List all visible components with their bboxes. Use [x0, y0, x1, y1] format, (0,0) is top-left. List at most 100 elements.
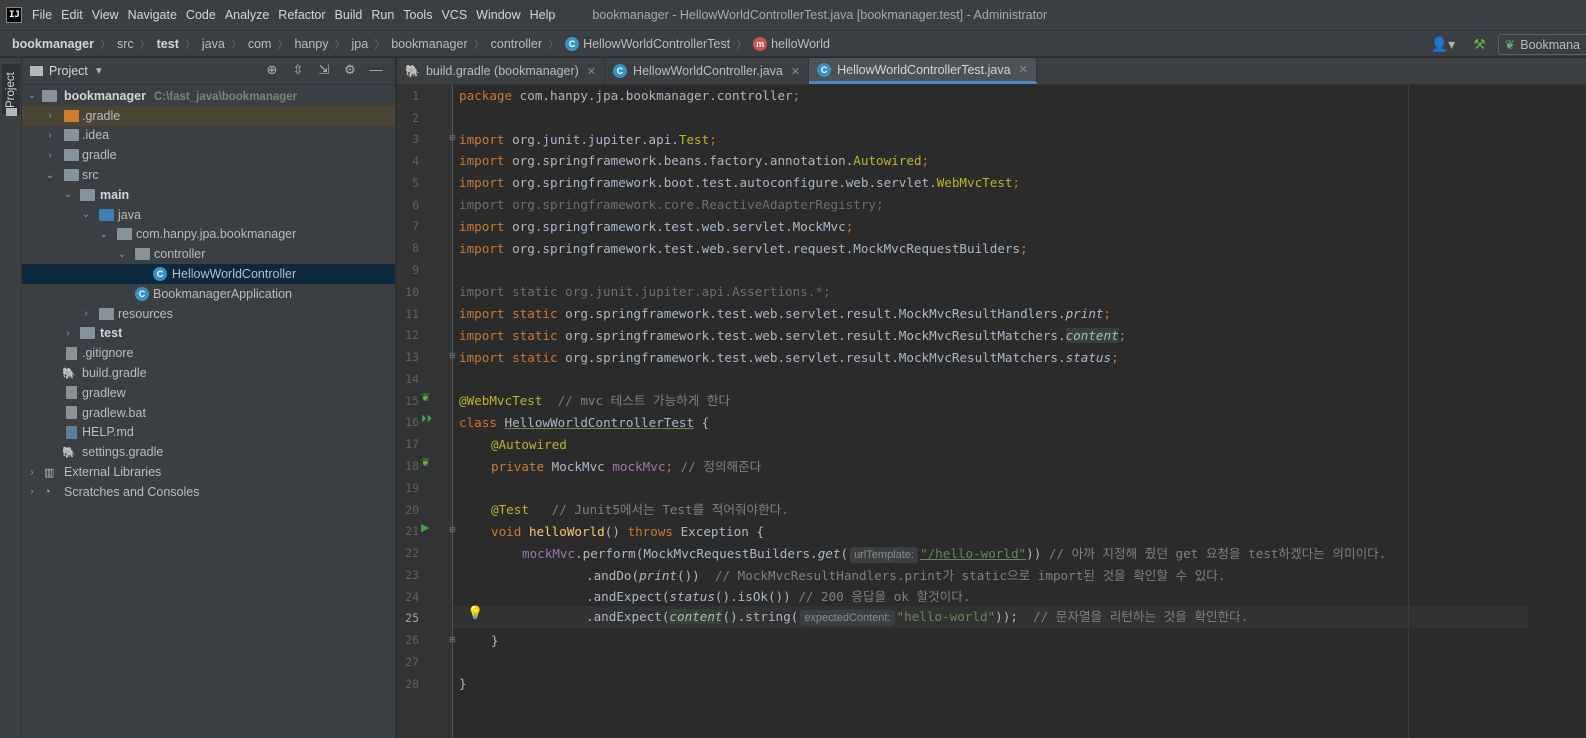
- crumb-hanpy[interactable]: hanpy: [294, 37, 328, 51]
- chevron-right-icon[interactable]: ›: [80, 308, 92, 319]
- tree-item-help-md[interactable]: HELP.md: [22, 423, 395, 443]
- lightbulb-icon[interactable]: 💡: [467, 605, 483, 621]
- chevron-down-icon[interactable]: ⌄: [116, 249, 128, 260]
- tree-item-src[interactable]: ⌄ src: [22, 165, 395, 185]
- tree-item-test[interactable]: › test: [22, 324, 395, 344]
- chevron-right-icon[interactable]: ›: [44, 110, 56, 121]
- tree-item-resources[interactable]: › resources: [22, 304, 395, 324]
- menu-vcs[interactable]: VCS: [441, 8, 467, 22]
- close-icon[interactable]: ✕: [587, 65, 596, 78]
- expand-all-icon[interactable]: ⇳: [285, 62, 311, 78]
- tree-item-label: src: [82, 168, 99, 183]
- folder-icon: [6, 108, 17, 116]
- close-icon[interactable]: ✕: [791, 65, 800, 78]
- spring-leaf-icon[interactable]: ❦: [421, 391, 430, 404]
- token-semi: ;: [1020, 240, 1028, 256]
- tree-item-java[interactable]: ⌄ java: [22, 205, 395, 225]
- code-line-23: .andDo(print()) // MockMvcResultHandlers…: [586, 565, 1225, 587]
- chevron-down-icon[interactable]: ▼: [94, 66, 104, 77]
- gear-icon[interactable]: ⚙: [337, 62, 363, 78]
- menu-tools[interactable]: Tools: [403, 8, 432, 22]
- fold-icon[interactable]: ⊟: [449, 635, 456, 644]
- tree-item-hellow-world-controller[interactable]: C HellowWorldController: [22, 264, 395, 284]
- menu-navigate[interactable]: Navigate: [128, 8, 177, 22]
- project-view-selector[interactable]: Project: [49, 64, 88, 78]
- chevron-down-icon[interactable]: ⌄: [98, 229, 110, 240]
- tree-item-scratches[interactable]: › ◔ Scratches and Consoles: [22, 482, 395, 502]
- spring-bean-icon[interactable]: ❦: [421, 456, 430, 469]
- tree-item-external-libraries[interactable]: › ▥ External Libraries: [22, 462, 395, 482]
- tree-item-settings-gradle[interactable]: 🐘 settings.gradle: [22, 442, 395, 462]
- tree-item-dot-gradle[interactable]: › .gradle: [22, 105, 395, 126]
- chevron-down-icon[interactable]: ⌄: [44, 170, 56, 181]
- crumb-com[interactable]: com: [248, 37, 272, 51]
- run-tests-icon[interactable]: ⏵⏵: [421, 413, 432, 426]
- menu-analyze[interactable]: Analyze: [225, 8, 269, 22]
- menu-run[interactable]: Run: [371, 8, 394, 22]
- crumb-project[interactable]: bookmanager: [12, 37, 94, 51]
- fold-icon[interactable]: ⊟: [449, 133, 456, 142]
- locate-icon[interactable]: ⊕: [259, 62, 285, 78]
- tab-hellow-world-controller[interactable]: C HellowWorldController.java ✕: [605, 58, 810, 84]
- user-icon[interactable]: 👤▾: [1431, 36, 1455, 53]
- token-text: org.springframework.boot.test.autoconfig…: [504, 175, 937, 191]
- collapse-all-icon[interactable]: ⇲: [311, 62, 337, 78]
- tree-item-bookmanager-application[interactable]: C BookmanagerApplication: [22, 284, 395, 304]
- token-text: )): [1026, 545, 1049, 561]
- crumb-method[interactable]: m helloWorld: [753, 36, 830, 51]
- tree-item-label: gradlew.bat: [82, 405, 146, 420]
- chevron-right-icon[interactable]: ›: [44, 150, 56, 161]
- code-line-25: .andExpect(content().string(expectedCont…: [586, 606, 1248, 628]
- menu-edit[interactable]: Edit: [61, 8, 83, 22]
- crumb-controller[interactable]: controller: [491, 37, 542, 51]
- crumb-java[interactable]: java: [202, 37, 225, 51]
- menu-view[interactable]: View: [92, 8, 119, 22]
- chevron-down-icon[interactable]: ⌄: [62, 189, 74, 200]
- token-text: Exception {: [673, 524, 765, 539]
- tree-item-controller[interactable]: ⌄ controller: [22, 244, 395, 264]
- tree-item-package[interactable]: ⌄ com.hanpy.jpa.bookmanager: [22, 225, 395, 245]
- crumb-test[interactable]: test: [157, 37, 179, 51]
- tree-item-idea[interactable]: › .idea: [22, 126, 395, 146]
- code-editor[interactable]: 1 2 3 4 5 6 7 8 9 10 11 12 13 14 15 16 1…: [397, 85, 1586, 738]
- minimize-icon[interactable]: —: [363, 62, 389, 78]
- menu-code[interactable]: Code: [186, 8, 216, 22]
- fold-icon[interactable]: ⊟: [449, 525, 456, 534]
- tree-item-main[interactable]: ⌄ main: [22, 185, 395, 205]
- run-test-icon[interactable]: ▶: [421, 521, 429, 534]
- menu-help[interactable]: Help: [530, 8, 556, 22]
- project-tool-button[interactable]: Project: [2, 64, 20, 114]
- crumb-jpa[interactable]: jpa: [352, 37, 369, 51]
- token-class: WebMvcTest: [936, 175, 1013, 191]
- run-config-selector[interactable]: ❦ Bookmana: [1497, 34, 1586, 55]
- token-comment: // mvc 테스트 가능하게 한다: [542, 393, 731, 409]
- editor-gutter: 1 2 3 4 5 6 7 8 9 10 11 12 13 14 15 16 1…: [397, 85, 456, 738]
- crumb-src[interactable]: src: [117, 37, 134, 51]
- menu-window[interactable]: Window: [476, 8, 520, 22]
- tree-item-gitignore[interactable]: .gitignore: [22, 343, 395, 363]
- tree-item-gradlew[interactable]: gradlew: [22, 383, 395, 403]
- crumb-test-class[interactable]: C HellowWorldControllerTest: [565, 36, 730, 51]
- tree-item-gradlew-bat[interactable]: gradlew.bat: [22, 403, 395, 423]
- menu-refactor[interactable]: Refactor: [278, 8, 325, 22]
- hammer-icon[interactable]: ⚒: [1473, 36, 1486, 53]
- tree-item-bookmanager[interactable]: ⌄ bookmanager C:\fast_java\bookmanager: [22, 86, 395, 106]
- fold-icon[interactable]: ⊟: [449, 351, 456, 360]
- tree-item-gradle[interactable]: › gradle: [22, 145, 395, 165]
- chevron-right-icon[interactable]: ›: [62, 328, 74, 339]
- chevron-right-icon[interactable]: ›: [44, 130, 56, 141]
- menu-file[interactable]: File: [32, 8, 52, 22]
- close-icon[interactable]: ✕: [1019, 63, 1028, 76]
- tab-build-gradle[interactable]: 🐘 build.gradle (bookmanager) ✕: [397, 58, 606, 84]
- token-text: org.springframework.test.web.servlet.res…: [557, 349, 1066, 365]
- token-field: mockMvc: [612, 458, 666, 474]
- chevron-down-icon[interactable]: ⌄: [26, 90, 38, 101]
- tab-hellow-world-controller-test[interactable]: C HellowWorldControllerTest.java ✕: [809, 58, 1037, 84]
- menu-build[interactable]: Build: [335, 8, 363, 22]
- editor-tabs: 🐘 build.gradle (bookmanager) ✕ C HellowW…: [397, 58, 1586, 85]
- chevron-right-icon[interactable]: ›: [26, 486, 38, 497]
- tree-item-build-gradle[interactable]: 🐘 build.gradle: [22, 363, 395, 383]
- chevron-down-icon[interactable]: ⌄: [80, 209, 92, 220]
- crumb-bookmanager[interactable]: bookmanager: [391, 37, 467, 51]
- chevron-right-icon[interactable]: ›: [26, 467, 38, 478]
